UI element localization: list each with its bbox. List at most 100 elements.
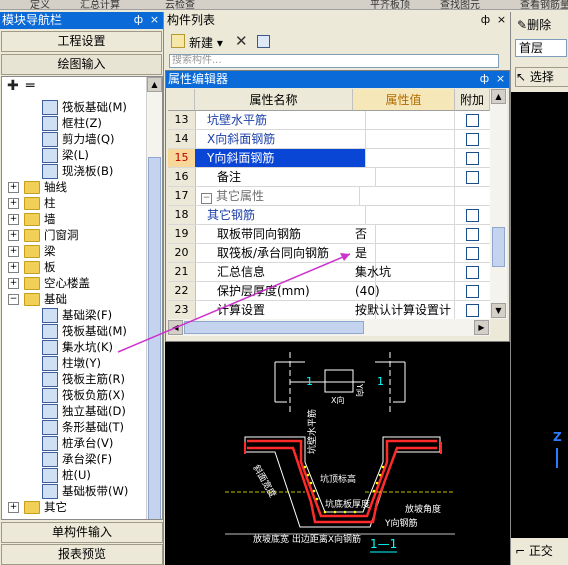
property-hscrollbar[interactable]: ◀ ▶	[168, 319, 490, 336]
property-value[interactable]: 集水坑	[353, 263, 455, 281]
tree-folder[interactable]: − 基础	[8, 291, 138, 307]
pin-icon[interactable]: ф	[479, 13, 492, 27]
scroll-up-icon[interactable]: ▲	[491, 89, 506, 104]
property-row[interactable]: 21 汇总信息 集水坑	[168, 263, 490, 282]
tree-item[interactable]: 剪力墙(Q)	[42, 131, 115, 147]
scroll-up-icon[interactable]: ▲	[147, 77, 162, 92]
header-attach[interactable]: 附加	[455, 89, 490, 111]
property-value[interactable]: 按默认计算设置计	[353, 301, 455, 319]
toolbar-flush-top[interactable]: 平齐板顶	[370, 0, 410, 9]
drawing-input-button[interactable]: 绘图输入	[1, 54, 162, 75]
tree-item[interactable]: 筏板负筋(X)	[42, 387, 125, 403]
attach-checkbox[interactable]	[466, 266, 479, 279]
property-row[interactable]: 16 备注	[168, 168, 490, 187]
property-row[interactable]: 22 保护层厚度(mm) (40)	[168, 282, 490, 301]
report-preview-button[interactable]: 报表预览	[1, 544, 163, 565]
new-button[interactable]: 新建 ▾	[189, 34, 223, 51]
property-row[interactable]: 20 取筏板/承台同向钢筋是	[168, 244, 490, 263]
tree-folder[interactable]: + 柱	[8, 195, 138, 211]
tree-item[interactable]: 柱墩(Y)	[42, 355, 101, 371]
tree-folder[interactable]: + 门窗洞	[8, 227, 138, 243]
attach-checkbox[interactable]	[466, 171, 479, 184]
single-component-input-button[interactable]: 单构件输入	[1, 522, 163, 543]
pin-icon[interactable]: ф	[132, 13, 145, 27]
header-property-value[interactable]: 属性值	[353, 89, 455, 111]
toolbar-summary-calc[interactable]: 汇总计算	[80, 0, 120, 9]
property-value[interactable]: (40)	[353, 282, 455, 300]
tree-item[interactable]: 现浇板(B)	[42, 163, 113, 179]
expand-icon[interactable]: +	[8, 198, 19, 209]
scroll-left-icon[interactable]: ◀	[168, 320, 183, 335]
tree-item[interactable]: 基础板带(W)	[42, 483, 128, 499]
scroll-down-icon[interactable]: ▼	[491, 303, 506, 318]
tree-item[interactable]: 筏板主筋(R)	[42, 371, 125, 387]
property-value[interactable]	[353, 206, 455, 224]
close-icon[interactable]: ×	[495, 13, 508, 27]
project-settings-button[interactable]: 工程设置	[1, 31, 162, 52]
tree-item[interactable]: 桩(U)	[42, 467, 91, 483]
attach-checkbox[interactable]	[466, 285, 479, 298]
toolbar-cloud-check[interactable]: 云检查	[165, 0, 195, 9]
property-value[interactable]: 否	[353, 225, 455, 243]
expand-icon[interactable]: +	[8, 230, 19, 241]
collapse-icon[interactable]: −	[201, 193, 212, 204]
tree-item[interactable]: 框柱(Z)	[42, 115, 102, 131]
tree-folder[interactable]: + 其它	[8, 499, 138, 515]
expand-icon[interactable]: +	[8, 502, 19, 513]
property-row[interactable]: 15 Y向斜面钢筋	[168, 149, 490, 168]
component-search-input[interactable]: 搜索构件...	[169, 54, 499, 68]
tree-folder[interactable]: + 板	[8, 259, 138, 275]
collapse-icon[interactable]: −	[8, 294, 19, 305]
tree-item[interactable]: 承台梁(F)	[42, 451, 112, 467]
expand-icon[interactable]: +	[8, 262, 19, 273]
attach-checkbox[interactable]	[466, 304, 479, 317]
delete-icon[interactable]: ✕	[235, 32, 248, 50]
ortho-button[interactable]: ⌐ 正交	[515, 542, 553, 559]
property-row[interactable]: 17− 其它属性	[168, 187, 490, 206]
tree-item[interactable]: 基础梁(F)	[42, 307, 112, 323]
floor-select[interactable]: 首层	[515, 39, 567, 57]
tree-scrollbar[interactable]: ▲	[146, 77, 162, 519]
tree-folder[interactable]: + 空心楼盖	[8, 275, 138, 291]
header-property-name[interactable]: 属性名称	[195, 89, 353, 111]
select-button[interactable]: ↖ 选择	[515, 67, 568, 87]
expand-icon[interactable]: +	[8, 278, 19, 289]
pin-icon[interactable]: ф	[478, 72, 491, 86]
expand-icon[interactable]: +	[8, 214, 19, 225]
close-icon[interactable]: ×	[494, 72, 507, 86]
attach-checkbox[interactable]	[466, 114, 479, 127]
property-value[interactable]	[353, 130, 455, 148]
toolbar-view-rebar[interactable]: 查看钢筋量	[520, 0, 568, 9]
property-row[interactable]: 19 取板带同向钢筋否	[168, 225, 490, 244]
tree-item[interactable]: 桩承台(V)	[42, 435, 113, 451]
property-vscrollbar[interactable]: ▲ ▼	[490, 89, 507, 319]
tree-folder[interactable]: + 墙	[8, 211, 138, 227]
tree-item[interactable]: 筏板基础(M)	[42, 323, 127, 339]
property-value[interactable]: 是	[353, 244, 455, 262]
collapse-all-icon[interactable]: ═	[26, 78, 34, 94]
tree-item[interactable]: 独立基础(D)	[42, 403, 126, 419]
tree-item[interactable]: 集水坑(K)	[42, 339, 113, 355]
expand-icon[interactable]: +	[8, 246, 19, 257]
attach-checkbox[interactable]	[466, 133, 479, 146]
tree-item[interactable]: 梁(L)	[42, 147, 89, 163]
property-row[interactable]: 14 X向斜面钢筋	[168, 130, 490, 149]
copy-icon[interactable]	[257, 35, 270, 48]
attach-checkbox[interactable]	[466, 209, 479, 222]
attach-checkbox[interactable]	[466, 228, 479, 241]
tree-item[interactable]: 条形基础(T)	[42, 419, 124, 435]
property-value[interactable]	[353, 149, 455, 167]
property-row[interactable]: 13 坑壁水平筋	[168, 111, 490, 130]
close-icon[interactable]: ×	[148, 13, 161, 27]
3d-viewport[interactable]: Z	[511, 92, 568, 538]
scroll-right-icon[interactable]: ▶	[474, 320, 489, 335]
tree-folder[interactable]: + 轴线	[8, 179, 138, 195]
tree-folder[interactable]: + 梁	[8, 243, 138, 259]
scroll-thumb[interactable]	[184, 321, 364, 334]
expand-all-icon[interactable]: ✚	[7, 78, 19, 94]
tree-item[interactable]: 筏板基础(M)	[42, 99, 127, 115]
toolbar-find[interactable]: 查找图元	[440, 0, 480, 9]
attach-checkbox[interactable]	[466, 152, 479, 165]
property-row[interactable]: 18 其它钢筋	[168, 206, 490, 225]
property-value[interactable]	[353, 187, 455, 205]
